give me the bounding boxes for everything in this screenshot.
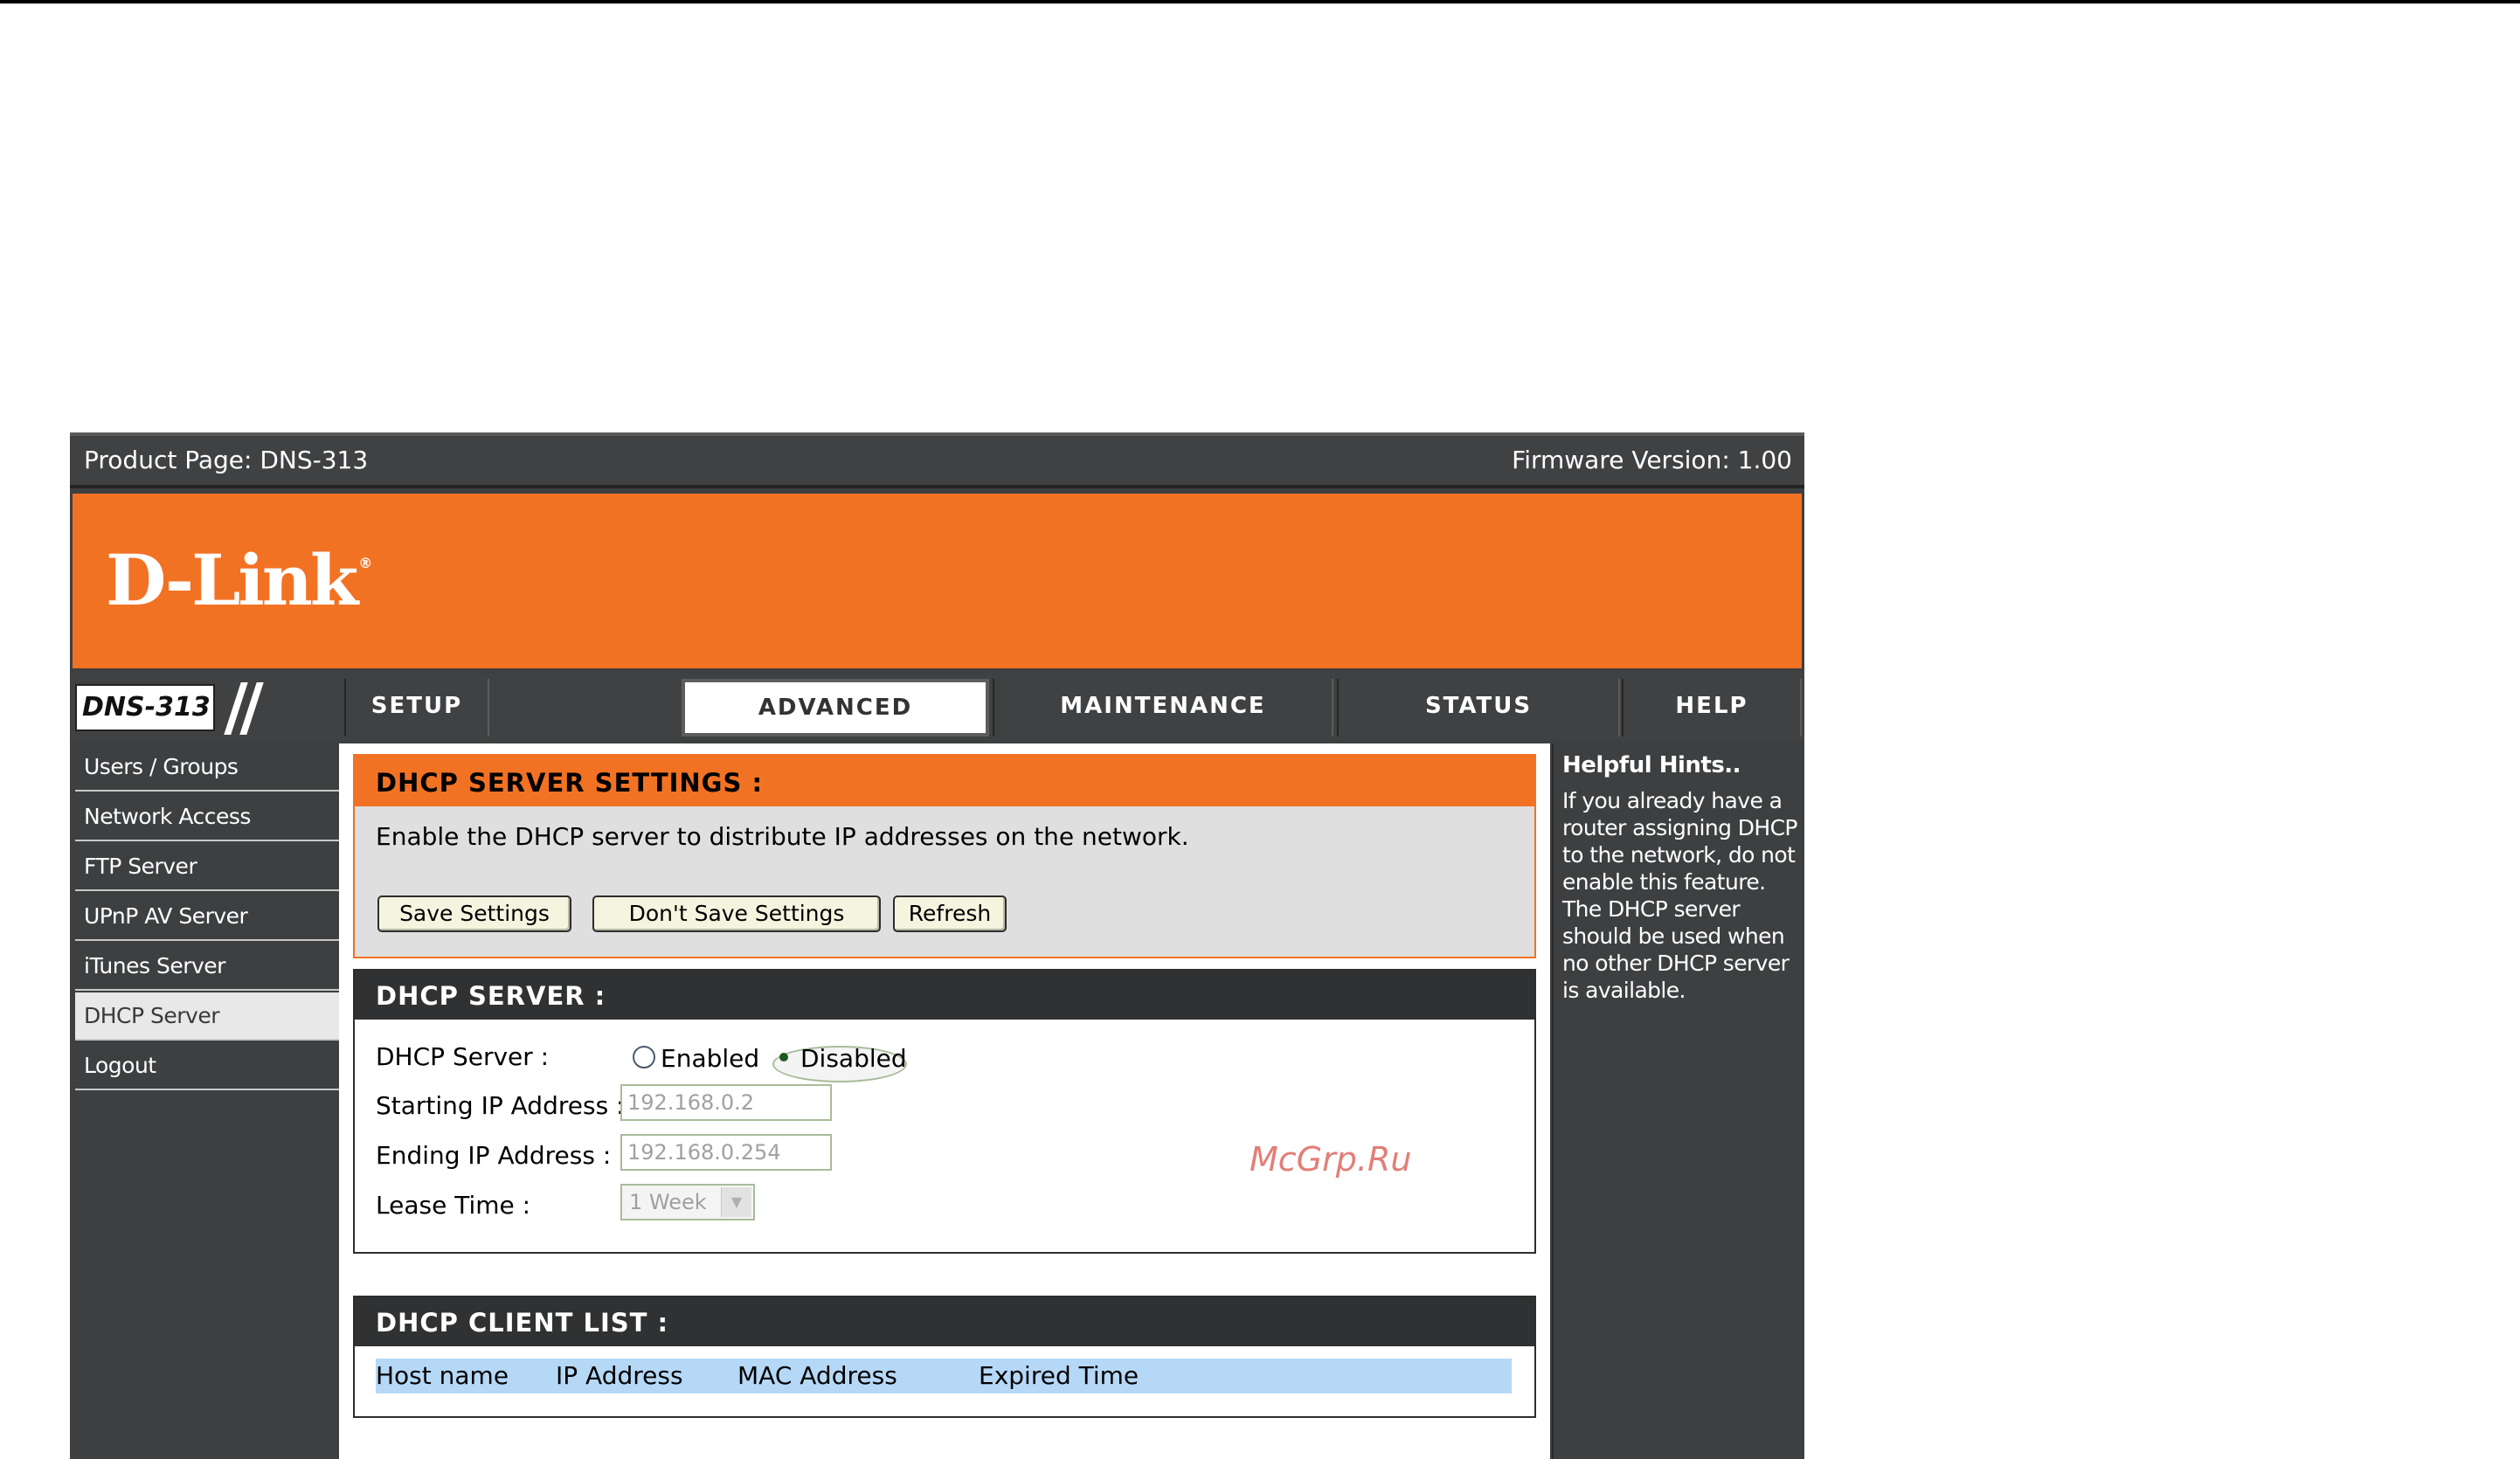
product-bar: Product Page: DNS-313 Firmware Version: … xyxy=(70,432,1804,488)
settings-description: Enable the DHCP server to distribute IP … xyxy=(376,822,1189,851)
column-mac-address: MAC Address xyxy=(737,1361,897,1390)
sidebar-item-network-access[interactable]: Network Access xyxy=(75,793,340,841)
lease-time-select[interactable]: 1 Week ▼ xyxy=(620,1184,755,1220)
dhcp-settings-panel: DHCP SERVER SETTINGS : Enable the DHCP s… xyxy=(353,754,1536,958)
client-list-title: DHCP CLIENT LIST : xyxy=(355,1297,1534,1346)
sidebar-item-dhcp-server[interactable]: DHCP Server xyxy=(75,992,340,1041)
sidebar-item-users-groups[interactable]: Users / Groups xyxy=(75,743,340,792)
starting-ip-input[interactable]: 192.168.0.2 xyxy=(620,1084,832,1121)
router-admin-page: Product Page: DNS-313 Firmware Version: … xyxy=(70,432,1804,1459)
tab-advanced[interactable]: ADVANCED xyxy=(682,679,989,736)
sidebar-item-upnp-av-server[interactable]: UPnP AV Server xyxy=(75,893,340,941)
tab-status[interactable]: STATUS xyxy=(1337,679,1620,736)
column-expired-time: Expired Time xyxy=(979,1361,1139,1390)
sidebar-item-ftp-server[interactable]: FTP Server xyxy=(75,843,340,891)
main-content: DHCP SERVER SETTINGS : Enable the DHCP s… xyxy=(339,743,1550,1459)
client-list-header: Host name IP Address MAC Address Expired… xyxy=(376,1359,1512,1393)
help-body: If you already have a router assigning D… xyxy=(1562,788,1798,1003)
firmware-version: Firmware Version: 1.00 xyxy=(1512,446,1792,474)
ending-ip-input[interactable]: 192.168.0.254 xyxy=(620,1134,832,1171)
dhcp-server-panel: DHCP SERVER : DHCP Server : Enabled Disa… xyxy=(353,969,1536,1254)
sidebar: Users / Groups Network Access FTP Server… xyxy=(75,743,340,1092)
settings-title: DHCP SERVER SETTINGS : xyxy=(355,756,1534,806)
ending-ip-label: Ending IP Address : xyxy=(376,1141,612,1170)
starting-ip-label: Starting IP Address : xyxy=(376,1091,625,1120)
logo-text: D-Link xyxy=(106,539,358,621)
enabled-radio[interactable] xyxy=(633,1046,655,1068)
top-border-line xyxy=(0,0,2520,3)
tab-help[interactable]: HELP xyxy=(1622,679,1802,736)
column-ip-address: IP Address xyxy=(556,1361,683,1390)
dhcp-server-title: DHCP SERVER : xyxy=(355,971,1534,1020)
disabled-radio-label: Disabled xyxy=(800,1044,907,1073)
help-panel: Helpful Hints.. If you already have a ro… xyxy=(1552,743,1802,1459)
help-title: Helpful Hints.. xyxy=(1562,752,1741,778)
enabled-radio-label: Enabled xyxy=(661,1044,760,1073)
dont-save-settings-button[interactable]: Don't Save Settings xyxy=(592,895,881,932)
tab-bar: DNS-313 SETUP ADVANCED MAINTENANCE STATU… xyxy=(70,674,1804,740)
brand-banner: D-Link ® xyxy=(73,494,1802,668)
sidebar-item-logout[interactable]: Logout xyxy=(75,1042,340,1090)
model-badge: DNS-313 xyxy=(75,681,337,735)
product-page-label: Product Page: DNS-313 xyxy=(84,446,369,474)
model-name: DNS-313 xyxy=(75,684,215,731)
tab-setup[interactable]: SETUP xyxy=(344,679,489,736)
save-settings-button[interactable]: Save Settings xyxy=(377,895,571,932)
sidebar-item-itunes-server[interactable]: iTunes Server xyxy=(75,943,340,991)
chevron-down-icon[interactable]: ▼ xyxy=(721,1187,751,1217)
registered-mark: ® xyxy=(358,555,373,571)
lease-time-label: Lease Time : xyxy=(376,1191,531,1220)
dhcp-server-label: DHCP Server : xyxy=(376,1042,550,1071)
dlink-logo: D-Link ® xyxy=(106,539,373,621)
lease-time-value: 1 Week xyxy=(629,1190,707,1214)
tab-maintenance[interactable]: MAINTENANCE xyxy=(993,679,1333,736)
watermark-text: McGrp.Ru xyxy=(1250,1140,1412,1179)
column-host-name: Host name xyxy=(376,1361,509,1390)
refresh-button[interactable]: Refresh xyxy=(893,895,1007,932)
dhcp-client-list-panel: DHCP CLIENT LIST : Host name IP Address … xyxy=(353,1296,1536,1418)
